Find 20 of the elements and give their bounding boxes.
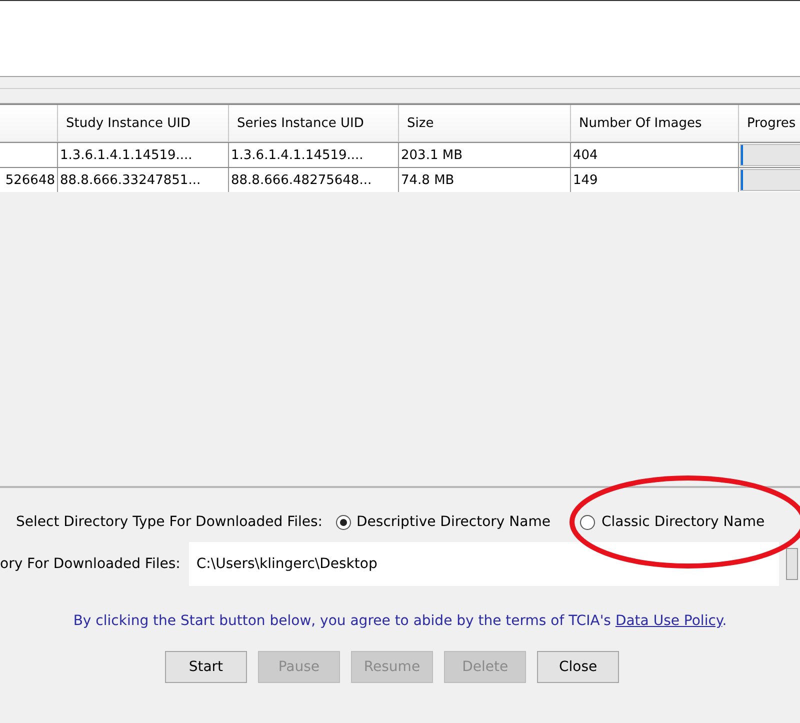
directory-type-label: Select Directory Type For Downloaded Files: <box>16 514 323 530</box>
column-header[interactable]: Number Of Images <box>571 105 739 142</box>
directory-label: ory For Downloaded Files: <box>0 556 180 572</box>
radio-option[interactable]: Classic Directory Name <box>577 514 768 530</box>
browse-button[interactable] <box>786 548 798 580</box>
column-header[interactable] <box>0 105 58 142</box>
column-header[interactable]: Size <box>399 105 571 142</box>
action-button[interactable]: Start <box>164 651 247 683</box>
radio-option[interactable]: Descriptive Directory Name <box>332 514 554 530</box>
directory-field[interactable]: C:\Users\klingerc\Desktop <box>189 542 780 586</box>
agreement-notice: By clicking the Start button below, you agree to abide by the terms of TCIA's Data Use Policy. <box>72 613 728 629</box>
table-cell: 74.8 MB <box>399 168 571 192</box>
column-header[interactable]: Study Instance UID <box>58 105 229 142</box>
table-cell: 149 <box>571 168 739 192</box>
table-cell: 526648 <box>0 168 58 192</box>
column-header[interactable]: Series Instance UID <box>229 105 399 142</box>
table-cell: 88.8.666.48275648... <box>229 168 399 192</box>
table-cell: 88.8.666.33247851... <box>58 168 229 192</box>
action-button[interactable]: Close <box>537 651 620 683</box>
data-use-policy-link[interactable]: Data Use Policy <box>615 613 722 629</box>
